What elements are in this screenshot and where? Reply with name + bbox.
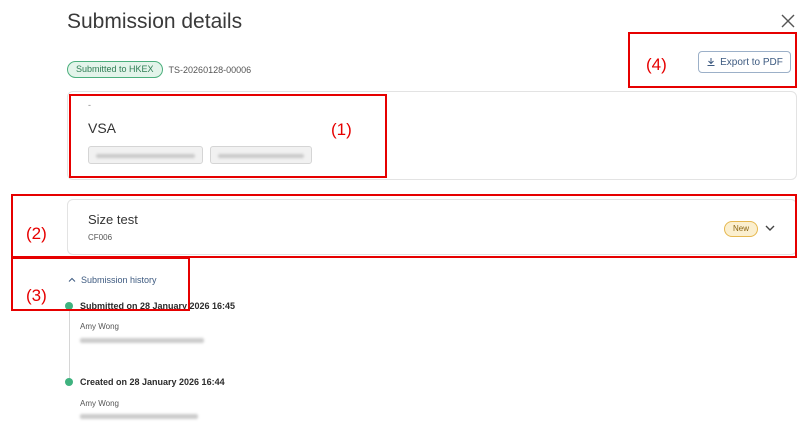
annotation-label-3: (3) [26,286,47,305]
submission-reference: TS-20260128-00006 [168,64,252,75]
history-event-user: Amy Wong [80,399,119,408]
redacted-detail [80,338,204,343]
timeline-line [69,307,70,381]
timeline-dot [65,378,73,386]
status-row: Submitted to HKEX TS-20260128-00006 [67,61,251,78]
page-title: Submission details [67,10,243,33]
annotation-label-1: (1) [331,120,352,139]
annotation-label-4: (4) [646,55,667,74]
history-event-user: Amy Wong [80,322,119,331]
status-badge: Submitted to HKEX [67,61,163,78]
close-icon[interactable] [779,12,797,30]
history-event-title: Created on 28 January 2026 16:44 [80,377,225,387]
annotation-box-2 [11,194,797,258]
redacted-detail [80,414,198,419]
annotation-label-2: (2) [26,224,47,243]
